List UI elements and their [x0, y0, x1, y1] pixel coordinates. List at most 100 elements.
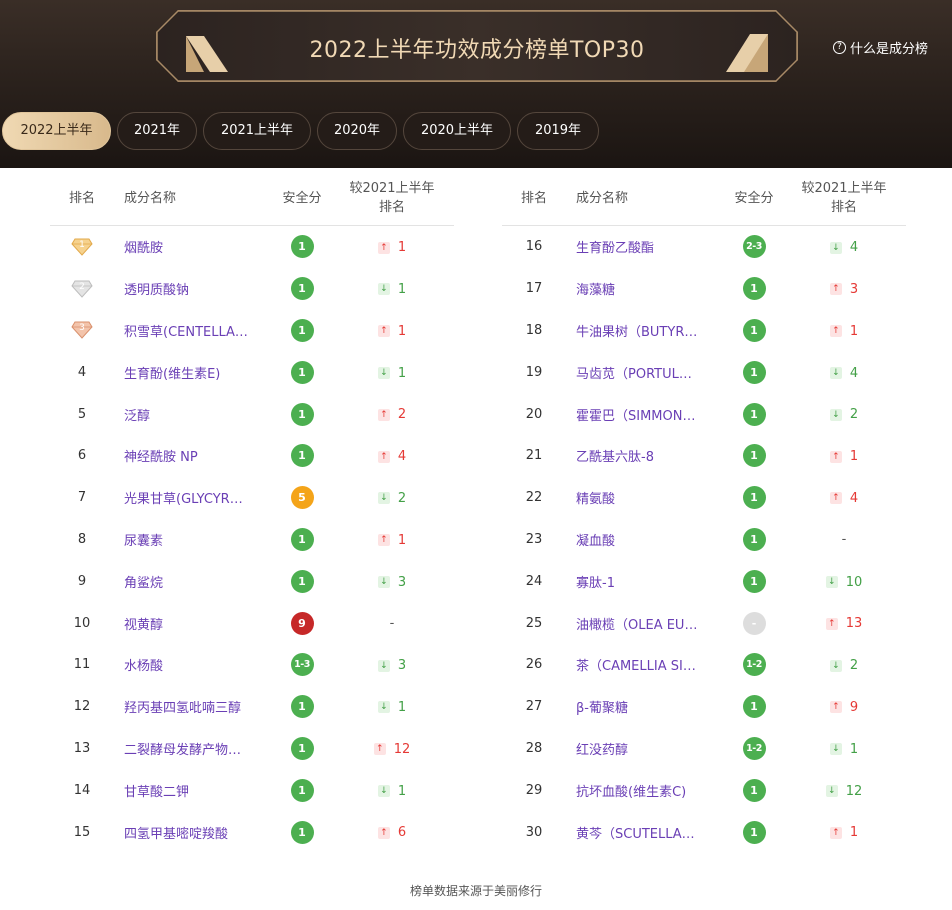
ingredient-name-link[interactable]: 神经酰胺 NP — [114, 446, 264, 465]
rank-change-value: 2 — [849, 658, 859, 674]
ingredient-name-link[interactable]: 茶（CAMELLIA SI… — [566, 655, 716, 674]
ingredient-name-link[interactable]: 视黄醇 — [114, 614, 264, 633]
arrow-up-icon: ↑ — [377, 450, 390, 463]
ingredient-name-link[interactable]: 角鲨烷 — [114, 572, 264, 591]
rank-change-cell: ↑ 9 — [792, 698, 896, 715]
ingredient-name-link[interactable]: 牛油果树（BUTYR… — [566, 321, 716, 340]
tab-3[interactable]: 2020年 — [317, 112, 397, 150]
table-row[interactable]: 7 光果甘草(GLYCYR… 5 ↓ 2 — [50, 477, 454, 519]
tab-0[interactable]: 2022上半年 — [2, 112, 111, 150]
arrow-down-icon: ↓ — [377, 492, 390, 505]
ingredient-name-link[interactable]: 生育酚(维生素E) — [114, 363, 264, 382]
ingredient-name-link[interactable]: 烟酰胺 — [114, 237, 264, 256]
safety-score-badge: 1 — [742, 527, 766, 551]
table-row[interactable]: 3 积雪草(CENTELLA… 1 ↑ 1 — [50, 310, 454, 352]
ingredient-name-link[interactable]: 水杨酸 — [114, 655, 264, 674]
ingredient-name-link[interactable]: 甘草酸二钾 — [114, 781, 264, 800]
arrow-up-icon: ↑ — [829, 492, 842, 505]
ingredient-name-link[interactable]: 透明质酸钠 — [114, 279, 264, 298]
table-row[interactable]: 4 生育酚(维生素E) 1 ↓ 1 — [50, 351, 454, 393]
table-row[interactable]: 24 寡肽-1 1 ↓ 10 — [502, 560, 906, 602]
ingredient-name-link[interactable]: 羟丙基四氢吡喃三醇 — [114, 697, 264, 716]
ingredient-name-link[interactable]: 乙酰基六肽-8 — [566, 446, 716, 465]
rank-change-cell: ↓ 4 — [792, 239, 896, 255]
table-row[interactable]: 15 四氢甲基嘧啶羧酸 1 ↑ 6 — [50, 811, 454, 853]
rank-change-cell: ↓ 12 — [792, 782, 896, 799]
ingredient-name-link[interactable]: 红没药醇 — [566, 739, 716, 758]
rank-change-cell: ↑ 1 — [340, 322, 444, 339]
table-row[interactable]: 16 生育酚乙酸酯 2-3 ↓ 4 — [502, 226, 906, 268]
table-row[interactable]: 28 红没药醇 1-2 ↓ 1 — [502, 728, 906, 770]
table-row[interactable]: 29 抗坏血酸(维生素C) 1 ↓ 12 — [502, 769, 906, 811]
table-row[interactable]: 25 油橄榄（OLEA EU… - ↑ 13 — [502, 602, 906, 644]
table-row[interactable]: 22 精氨酸 1 ↑ 4 — [502, 477, 906, 519]
rank-change-value: 1 — [397, 323, 407, 339]
score-cell: 1-3 — [264, 653, 340, 677]
table-row[interactable]: 8 尿囊素 1 ↑ 1 — [50, 519, 454, 561]
ingredient-name-link[interactable]: 尿囊素 — [114, 530, 264, 549]
ingredient-name-link[interactable]: 精氨酸 — [566, 488, 716, 507]
table-row[interactable]: 26 茶（CAMELLIA SI… 1-2 ↓ 2 — [502, 644, 906, 686]
ingredient-name-link[interactable]: 生育酚乙酸酯 — [566, 237, 716, 256]
rank-change: ↓ 10 — [825, 575, 862, 590]
ingredient-name-link[interactable]: 积雪草(CENTELLA… — [114, 321, 264, 340]
header-score: 安全分 — [734, 191, 774, 206]
arrow-down-icon: ↓ — [377, 701, 390, 714]
table-row[interactable]: 2 透明质酸钠 1 ↓ 1 — [50, 268, 454, 310]
ingredient-name-link[interactable]: 泛醇 — [114, 405, 264, 424]
table-row[interactable]: 14 甘草酸二钾 1 ↓ 1 — [50, 769, 454, 811]
table-row[interactable]: 11 水杨酸 1-3 ↓ 3 — [50, 644, 454, 686]
rank-number: 24 — [525, 573, 543, 589]
table-row[interactable]: 23 凝血酸 1 - — [502, 519, 906, 561]
ingredient-name-link[interactable]: 霍霍巴（SIMMON… — [566, 405, 716, 424]
table-header: 排名 成分名称 安全分 较2021上半年 排名 — [50, 168, 454, 226]
safety-score-badge: 1 — [290, 527, 314, 551]
ingredient-name-link[interactable]: 光果甘草(GLYCYR… — [114, 488, 264, 507]
tab-5[interactable]: 2019年 — [517, 112, 599, 150]
medal-icon: 3 — [71, 321, 93, 340]
score-cell: 1 — [264, 527, 340, 551]
help-label: 什么是成分榜 — [849, 42, 928, 57]
ingredient-name-link[interactable]: 抗坏血酸(维生素C) — [566, 781, 716, 800]
tab-2[interactable]: 2021上半年 — [203, 112, 311, 150]
safety-score-badge: 1 — [742, 277, 766, 301]
rank-change-cell: ↓ 1 — [340, 698, 444, 715]
table-row[interactable]: 30 黄芩（SCUTELLA… 1 ↑ 1 — [502, 811, 906, 853]
table-row[interactable]: 20 霍霍巴（SIMMON… 1 ↓ 2 — [502, 393, 906, 435]
table-row[interactable]: 5 泛醇 1 ↑ 2 — [50, 393, 454, 435]
score-cell: 1 — [716, 360, 792, 384]
table-row[interactable]: 19 马齿苋（PORTUL… 1 ↓ 4 — [502, 351, 906, 393]
ingredient-name-link[interactable]: 寡肽-1 — [566, 572, 716, 591]
table-row[interactable]: 1 烟酰胺 1 ↑ 1 — [50, 226, 454, 268]
rank-change: ↑ 1 — [829, 825, 858, 840]
table-row[interactable]: 9 角鲨烷 1 ↓ 3 — [50, 560, 454, 602]
ingredient-name-link[interactable]: 四氢甲基嘧啶羧酸 — [114, 823, 264, 842]
table-row[interactable]: 18 牛油果树（BUTYR… 1 ↑ 1 — [502, 310, 906, 352]
ingredient-name-link[interactable]: 二裂酵母发酵产物… — [114, 739, 264, 758]
ingredient-name-link[interactable]: β-葡聚糖 — [566, 697, 716, 716]
table-row[interactable]: 10 视黄醇 9 - — [50, 602, 454, 644]
table-row[interactable]: 12 羟丙基四氢吡喃三醇 1 ↓ 1 — [50, 686, 454, 728]
tab-1[interactable]: 2021年 — [117, 112, 197, 150]
rank-change: ↑ 9 — [829, 700, 858, 715]
rank-change-value: 3 — [849, 281, 859, 297]
ingredient-name-link[interactable]: 马齿苋（PORTUL… — [566, 363, 716, 382]
ingredient-name-link[interactable]: 海藻糖 — [566, 279, 716, 298]
help-link[interactable]: ? 什么是成分榜 — [832, 38, 928, 57]
rank-change-value: - — [389, 615, 395, 631]
rank-number: 26 — [525, 657, 543, 673]
table-row[interactable]: 6 神经酰胺 NP 1 ↑ 4 — [50, 435, 454, 477]
rank-number: 15 — [73, 824, 91, 840]
ingredient-name-link[interactable]: 油橄榄（OLEA EU… — [566, 614, 716, 633]
ingredient-name-link[interactable]: 凝血酸 — [566, 530, 716, 549]
safety-score-badge: - — [742, 611, 766, 635]
rank-change-value: 1 — [849, 741, 859, 757]
table-row[interactable]: 21 乙酰基六肽-8 1 ↑ 1 — [502, 435, 906, 477]
ingredient-name-link[interactable]: 黄芩（SCUTELLA… — [566, 823, 716, 842]
table-row[interactable]: 27 β-葡聚糖 1 ↑ 9 — [502, 686, 906, 728]
tab-4[interactable]: 2020上半年 — [403, 112, 511, 150]
rank-change-cell: ↑ 4 — [340, 448, 444, 464]
header-change: 较2021上半年 排名 — [792, 177, 896, 217]
table-row[interactable]: 17 海藻糖 1 ↑ 3 — [502, 268, 906, 310]
table-row[interactable]: 13 二裂酵母发酵产物… 1 ↑ 12 — [50, 728, 454, 770]
